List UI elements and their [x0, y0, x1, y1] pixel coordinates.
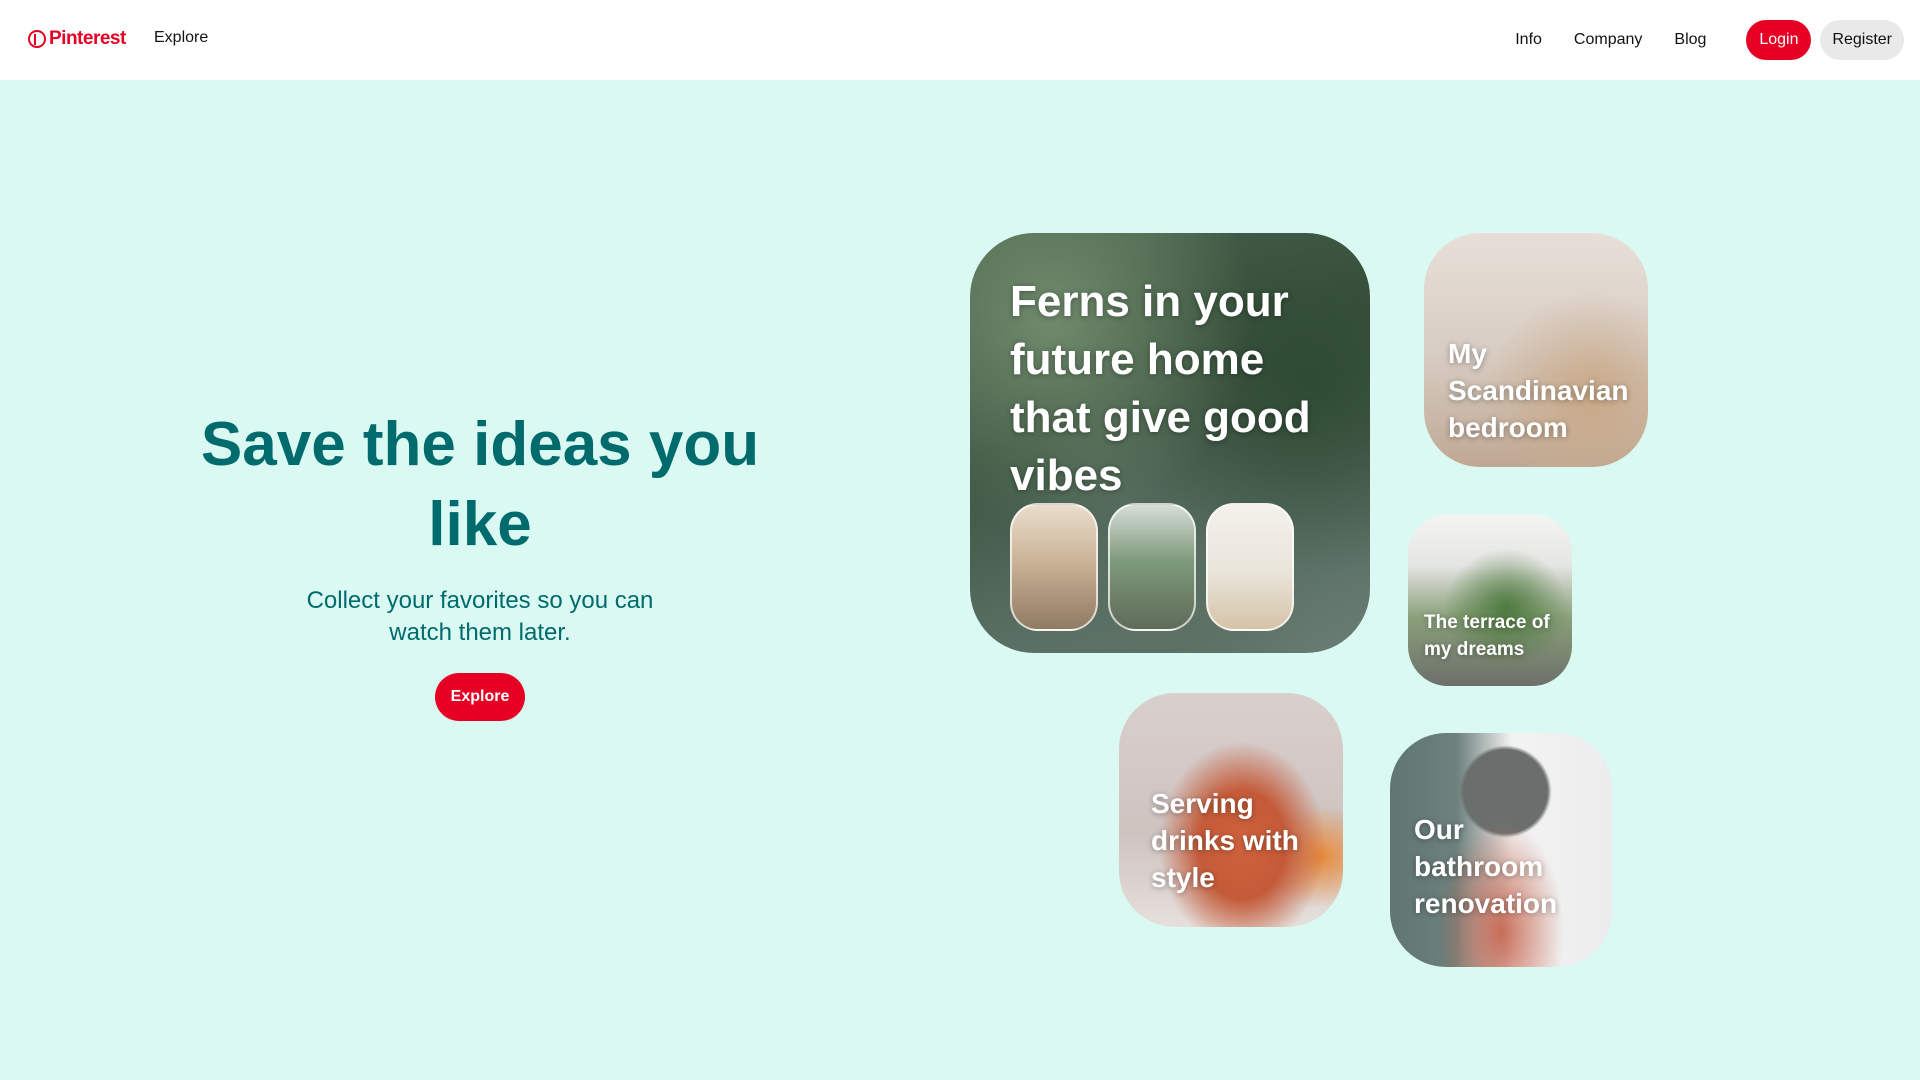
- hero-explore-button[interactable]: Explore: [434, 673, 526, 721]
- nav-blog-link[interactable]: Blog: [1674, 31, 1706, 49]
- login-button[interactable]: Login: [1746, 20, 1812, 60]
- card-bathroom-label: Our bathroom renovation: [1414, 814, 1558, 919]
- card-drinks[interactable]: Serving drinks with style: [1119, 693, 1343, 927]
- register-button[interactable]: Register: [1820, 20, 1904, 60]
- nav-company-link[interactable]: Company: [1574, 31, 1642, 49]
- top-nav-bar: Pinterest Explore Info Company Blog Logi…: [0, 0, 1920, 80]
- card-terrace[interactable]: The terrace of my dreams: [1408, 514, 1572, 686]
- pinterest-logo-icon: [28, 30, 46, 48]
- card-bathroom[interactable]: Our bathroom renovation: [1390, 733, 1612, 967]
- bedroom-thumbnail-image[interactable]: [1010, 503, 1098, 631]
- nav-explore-link[interactable]: Explore: [154, 29, 208, 47]
- hero-title: Save the ideas you like: [200, 410, 760, 559]
- card-scandinavian-label: My Scandinavian bedroom: [1448, 338, 1629, 443]
- hero-subtitle: Collect your favorites so you can watch …: [306, 587, 654, 646]
- card-ferns-label: Ferns in your future home that give good…: [1010, 277, 1311, 500]
- hero-section: Save the ideas you like Collect your fav…: [200, 405, 760, 721]
- nav-info-link[interactable]: Info: [1515, 31, 1542, 49]
- card-ferns[interactable]: Ferns in your future home that give good…: [970, 233, 1370, 653]
- nav-right-group: Info Company Blog Login Register: [1515, 20, 1904, 60]
- logo-text: Pinterest: [49, 28, 126, 49]
- card-terrace-label: The terrace of my dreams: [1424, 612, 1550, 660]
- pinterest-logo[interactable]: Pinterest: [28, 28, 126, 50]
- white-room-thumbnail-image[interactable]: [1206, 503, 1294, 631]
- card-scandinavian-bedroom[interactable]: My Scandinavian bedroom: [1424, 233, 1648, 467]
- plants-living-room-thumbnail-image[interactable]: [1108, 503, 1196, 631]
- card-drinks-label: Serving drinks with style: [1151, 788, 1299, 893]
- card-ferns-thumbnails: [1010, 503, 1294, 631]
